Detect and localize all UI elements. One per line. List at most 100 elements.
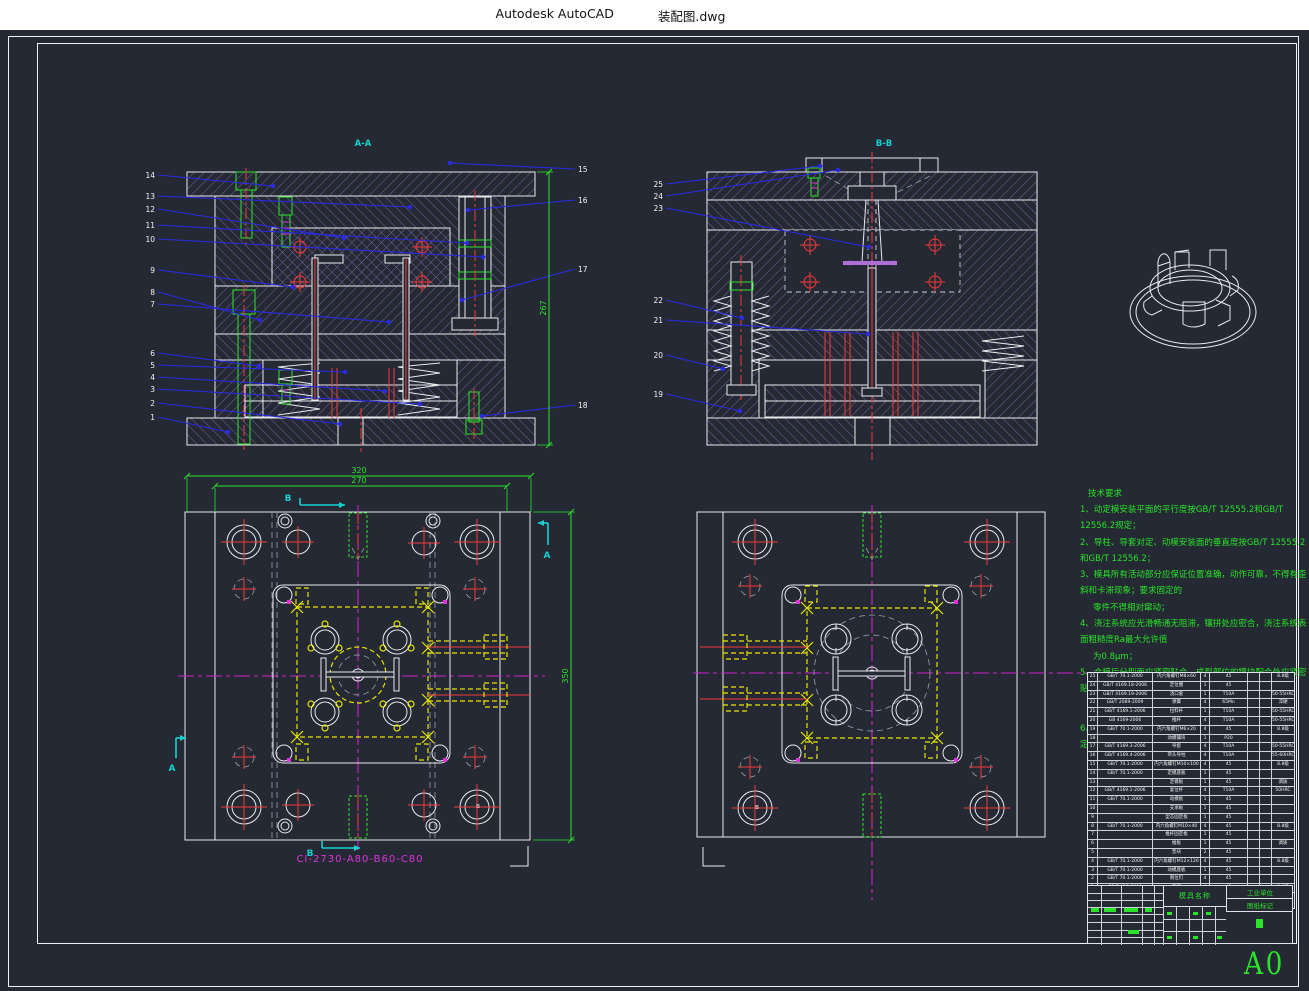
bom-cell bbox=[1259, 673, 1271, 681]
app-title: Autodesk AutoCAD bbox=[496, 6, 614, 25]
bom-cell bbox=[1247, 849, 1259, 857]
bom-cell bbox=[1247, 796, 1259, 804]
bom-cell: 调质 bbox=[1271, 779, 1294, 787]
bom-cell bbox=[1247, 682, 1259, 690]
bom-cell: GB/T 70.1-2000 bbox=[1097, 823, 1152, 831]
bom-cell bbox=[1247, 761, 1259, 769]
bom-cell: 1 bbox=[1200, 708, 1209, 716]
bom-cell: 9 bbox=[1088, 814, 1097, 822]
sheet-size-label: A0 bbox=[1244, 946, 1285, 982]
bom-cell bbox=[1097, 735, 1152, 743]
bom-cell: 4 bbox=[1200, 823, 1209, 831]
bom-cell bbox=[1271, 796, 1294, 804]
note-line: 3、模具所有活动部分应保证位置准确，动作可靠，不得有歪斜和卡滞现象；要求固定的 bbox=[1080, 567, 1308, 600]
bom-cell: 5 bbox=[1088, 849, 1097, 857]
bom-cell: GB 4169-2006 bbox=[1097, 717, 1152, 725]
bom-cell: 定模座板 bbox=[1152, 770, 1200, 778]
bom-cell: 4 bbox=[1200, 743, 1209, 751]
bom-cell: 14 bbox=[1088, 770, 1097, 778]
bom-cell bbox=[1247, 858, 1259, 866]
bom-cell: GB/T 70.1-2000 bbox=[1097, 673, 1152, 681]
bom-cell: 45 bbox=[1209, 682, 1247, 690]
bom-cell: GB/T 70.1-2000 bbox=[1097, 770, 1152, 778]
bom-cell: 1 bbox=[1200, 805, 1209, 813]
bom-cell: 2 bbox=[1088, 875, 1097, 883]
bom-cell: 45 bbox=[1209, 761, 1247, 769]
bom-cell bbox=[1247, 787, 1259, 795]
bom-cell: T10A bbox=[1209, 691, 1247, 699]
bom-cell bbox=[1097, 805, 1152, 813]
bom-cell bbox=[1247, 752, 1259, 760]
bom-row: 9型芯固定板145 bbox=[1088, 813, 1294, 822]
bom-cell: 10 bbox=[1088, 805, 1097, 813]
bom-cell: 12 bbox=[1088, 787, 1097, 795]
bom-cell: 19 bbox=[1088, 726, 1097, 734]
bom-row: 5 垫块245 bbox=[1088, 848, 1294, 857]
bom-row: 25GB/T 70.1-2000内六角螺钉M8×604458.8级 bbox=[1088, 673, 1294, 681]
bom-cell: 55-60HRC bbox=[1271, 752, 1294, 760]
bom-cell: 45 bbox=[1209, 779, 1247, 787]
bom-cell bbox=[1259, 752, 1271, 760]
note-line: 为0.8μm； bbox=[1080, 649, 1308, 665]
bom-cell: GB/T 4169.19-2006 bbox=[1097, 691, 1152, 699]
bom-cell: 50-55HRC bbox=[1271, 708, 1294, 716]
bom-cell: GB/T 4169.1-2006 bbox=[1097, 708, 1152, 716]
bom-cell: 45 bbox=[1209, 673, 1247, 681]
bom-cell bbox=[1259, 779, 1271, 787]
bom-table[interactable]: 25GB/T 70.1-2000内六角螺钉M8×604458.8级24GB/T … bbox=[1087, 672, 1295, 909]
bom-cell: 45 bbox=[1209, 831, 1247, 839]
bom-cell bbox=[1259, 787, 1271, 795]
bom-cell bbox=[1259, 691, 1271, 699]
bom-cell bbox=[1247, 735, 1259, 743]
bom-row: 13定模板145调质 bbox=[1088, 778, 1294, 787]
bom-cell bbox=[1247, 875, 1259, 883]
bom-cell bbox=[1097, 831, 1152, 839]
autocad-window: Autodesk AutoCAD 装配图.dwg bbox=[0, 0, 1309, 991]
bom-cell: 垫块 bbox=[1152, 849, 1200, 857]
bom-cell: GB/T 70.1-2000 bbox=[1097, 796, 1152, 804]
bom-row: 6推板145调质 bbox=[1088, 839, 1294, 848]
bom-cell: 4 bbox=[1200, 752, 1209, 760]
bom-cell: 45 bbox=[1209, 849, 1247, 857]
bom-cell: 调质 bbox=[1271, 840, 1294, 848]
bom-cell bbox=[1247, 805, 1259, 813]
title-block-name: 模具名称 bbox=[1163, 886, 1226, 907]
bom-cell: 2 bbox=[1200, 849, 1209, 857]
window-titlebar[interactable]: Autodesk AutoCAD 装配图.dwg bbox=[0, 0, 1309, 30]
bom-cell bbox=[1259, 858, 1271, 866]
bom-cell bbox=[1271, 831, 1294, 839]
bom-cell: 8.8级 bbox=[1271, 673, 1294, 681]
bom-cell: 带头导柱 bbox=[1152, 752, 1200, 760]
bom-cell bbox=[1247, 770, 1259, 778]
bom-cell: GB/T 4169.3-2006 bbox=[1097, 743, 1152, 751]
bom-cell: 1 bbox=[1200, 831, 1209, 839]
bom-row: 14GB/T 70.1-2000定模座板145 bbox=[1088, 769, 1294, 778]
bom-cell: 支承板 bbox=[1152, 805, 1200, 813]
bom-cell: 21 bbox=[1088, 708, 1097, 716]
bom-cell: 45 bbox=[1209, 840, 1247, 848]
bom-cell: 50HRC bbox=[1271, 787, 1294, 795]
bom-cell: 45 bbox=[1209, 805, 1247, 813]
bom-cell: 1 bbox=[1200, 867, 1209, 875]
bom-cell bbox=[1259, 743, 1271, 751]
bom-cell bbox=[1259, 840, 1271, 848]
bom-cell: T10A bbox=[1209, 708, 1247, 716]
bom-cell bbox=[1259, 770, 1271, 778]
bom-cell: 淬硬 bbox=[1271, 699, 1294, 707]
bom-row: 3GB/T 70.1-2000动模座板145 bbox=[1088, 866, 1294, 875]
bom-cell: 4 bbox=[1200, 875, 1209, 883]
bom-cell: 45 bbox=[1209, 796, 1247, 804]
bom-cell: 8 bbox=[1088, 823, 1097, 831]
drawing-canvas[interactable]: A-AB-B1413121110987654321151617182524232… bbox=[0, 30, 1309, 991]
bom-cell: 22 bbox=[1088, 699, 1097, 707]
bom-cell: 1 bbox=[1200, 796, 1209, 804]
bom-cell bbox=[1259, 682, 1271, 690]
bom-cell: GB/T 70.1-2000 bbox=[1097, 761, 1152, 769]
bom-cell: 内六角螺钉M6×20 bbox=[1152, 726, 1200, 734]
bom-cell: 限位钉 bbox=[1152, 875, 1200, 883]
bom-row: 19GB/T 70.1-2000内六角螺钉M6×204458.8级 bbox=[1088, 725, 1294, 734]
bom-row: 24GB/T 4169.18-2006定位圈145 bbox=[1088, 681, 1294, 690]
bom-cell: 20 bbox=[1088, 717, 1097, 725]
bom-row: 15GB/T 70.1-2000内六角螺钉M10×1004458.8级 bbox=[1088, 760, 1294, 769]
bom-cell: 1 bbox=[1200, 779, 1209, 787]
